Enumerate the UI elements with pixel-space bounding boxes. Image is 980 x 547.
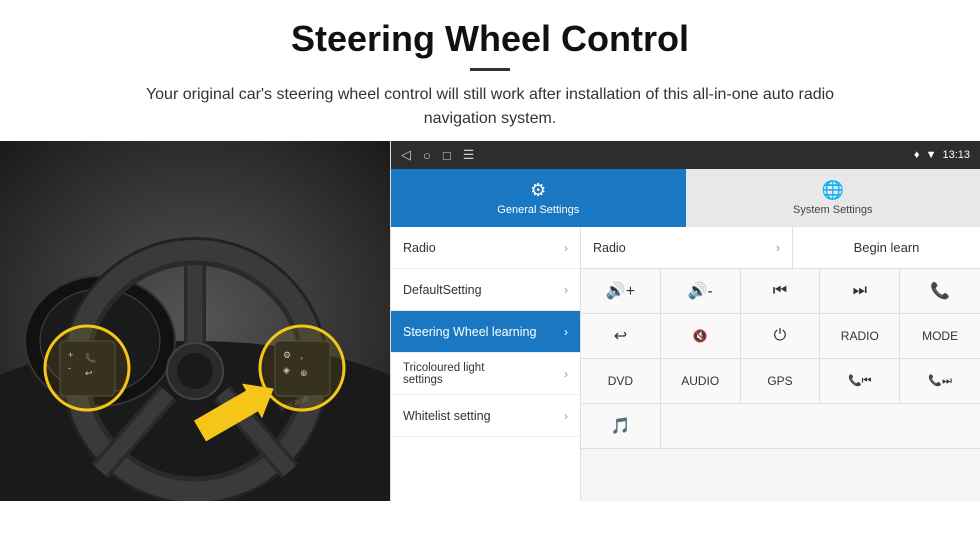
- menu-icon[interactable]: ☰: [463, 147, 475, 163]
- globe-icon: 🌐: [822, 180, 844, 201]
- next-track-button[interactable]: ⏭: [820, 269, 900, 313]
- android-panel: ◁ ○ □ ☰ ♦ ▼ 13:13 ⚙ General Settings: [390, 141, 980, 501]
- phone-prev-button[interactable]: 📞⏮: [820, 359, 900, 403]
- status-bar: ◁ ○ □ ☰ ♦ ▼ 13:13: [391, 141, 980, 169]
- control-row-2: ↩ 🔇 ⏻ RADIO MODE: [581, 314, 980, 359]
- radio-label: Radio ›: [581, 241, 792, 255]
- mute-button[interactable]: 🔇: [661, 314, 741, 358]
- power-button[interactable]: ⏻: [741, 314, 821, 358]
- vol-down-icon: 🔊-: [688, 281, 713, 301]
- car-image-area: ! +: [0, 141, 390, 501]
- status-bar-right: ♦ ▼ 13:13: [914, 149, 970, 161]
- phone-icon: 📞: [930, 281, 950, 301]
- music-icon-button[interactable]: 🎵: [581, 404, 661, 448]
- vol-down-button[interactable]: 🔊-: [661, 269, 741, 313]
- header-section: Steering Wheel Control Your original car…: [0, 0, 980, 141]
- steering-wheel-svg: ! +: [0, 141, 390, 501]
- menu-label-steering: Steering Wheel learning: [403, 325, 536, 339]
- menu-item-default-setting[interactable]: DefaultSetting ›: [391, 269, 580, 311]
- control-row-3: DVD AUDIO GPS 📞⏮ 📞⏭: [581, 359, 980, 404]
- gear-icon: ⚙: [530, 180, 546, 201]
- control-grid: Radio › Begin learn 🔊+ 🔊-: [581, 227, 980, 501]
- mode-button[interactable]: MODE: [900, 314, 980, 358]
- audio-button[interactable]: AUDIO: [661, 359, 741, 403]
- clock: 13:13: [942, 149, 970, 161]
- menu-item-radio[interactable]: Radio ›: [391, 227, 580, 269]
- prev-icon: ⏮: [773, 282, 787, 300]
- radio-text: Radio: [593, 241, 626, 255]
- page-title: Steering Wheel Control: [40, 18, 940, 60]
- control-row-4: 🎵: [581, 404, 980, 449]
- menu-item-tricoloured[interactable]: Tricoloured lightsettings ›: [391, 353, 580, 395]
- music-icon: 🎵: [610, 416, 630, 436]
- radio-chevron: ›: [776, 241, 780, 255]
- radio-btn-label: RADIO: [841, 329, 879, 343]
- phone-next-icon: 📞⏭: [928, 374, 952, 388]
- back-call-icon: ↩: [614, 326, 627, 346]
- audio-label: AUDIO: [681, 374, 719, 388]
- signal-icon: ▼: [926, 149, 937, 161]
- menu-label-whitelist: Whitelist setting: [403, 409, 491, 423]
- location-icon: ♦: [914, 149, 920, 161]
- radio-row: Radio › Begin learn: [581, 227, 980, 269]
- dvd-button[interactable]: DVD: [581, 359, 661, 403]
- vol-up-button[interactable]: 🔊+: [581, 269, 661, 313]
- tab-general-settings[interactable]: ⚙ General Settings: [391, 169, 686, 227]
- status-bar-left: ◁ ○ □ ☰: [401, 147, 474, 163]
- home-icon[interactable]: ○: [423, 148, 431, 163]
- tab-system-label: System Settings: [793, 204, 872, 216]
- next-icon: ⏭: [853, 282, 867, 300]
- chevron-icon: ›: [564, 283, 568, 297]
- chevron-icon: ›: [564, 325, 568, 339]
- page-container: Steering Wheel Control Your original car…: [0, 0, 980, 501]
- back-icon[interactable]: ◁: [401, 147, 411, 163]
- recents-icon[interactable]: □: [443, 148, 451, 163]
- title-divider: [470, 68, 510, 71]
- prev-track-button[interactable]: ⏮: [741, 269, 821, 313]
- back-button[interactable]: ↩: [581, 314, 661, 358]
- menu-label-tricoloured: Tricoloured lightsettings: [403, 362, 484, 386]
- menu-item-steering-wheel[interactable]: Steering Wheel learning ›: [391, 311, 580, 353]
- menu-column: Radio › DefaultSetting › Steering Wheel …: [391, 227, 581, 501]
- tab-general-label: General Settings: [497, 204, 579, 216]
- radio-button[interactable]: RADIO: [820, 314, 900, 358]
- begin-learn-button[interactable]: Begin learn: [792, 227, 980, 268]
- empty-cell: [661, 404, 980, 448]
- gps-label: GPS: [767, 374, 792, 388]
- phone-button[interactable]: 📞: [900, 269, 980, 313]
- vol-up-icon: 🔊+: [606, 281, 635, 301]
- tabs-row: ⚙ General Settings 🌐 System Settings: [391, 169, 980, 227]
- power-icon: ⏻: [774, 327, 787, 345]
- content-area: ! +: [0, 141, 980, 501]
- car-background: ! +: [0, 141, 390, 501]
- phone-next-button[interactable]: 📞⏭: [900, 359, 980, 403]
- tab-system-settings[interactable]: 🌐 System Settings: [686, 169, 980, 227]
- control-row-1: 🔊+ 🔊- ⏮ ⏭ 📞: [581, 269, 980, 314]
- subtitle-text: Your original car's steering wheel contr…: [110, 83, 870, 131]
- menu-item-whitelist[interactable]: Whitelist setting ›: [391, 395, 580, 437]
- chevron-icon: ›: [564, 367, 568, 381]
- mode-btn-label: MODE: [922, 329, 958, 343]
- mute-icon: 🔇: [693, 329, 708, 343]
- dvd-label: DVD: [608, 374, 633, 388]
- gps-button[interactable]: GPS: [741, 359, 821, 403]
- chevron-icon: ›: [564, 409, 568, 423]
- menu-label-default: DefaultSetting: [403, 283, 482, 297]
- menu-label-radio: Radio: [403, 241, 436, 255]
- menu-list: Radio › DefaultSetting › Steering Wheel …: [391, 227, 980, 501]
- phone-prev-icon: 📞⏮: [848, 374, 872, 388]
- chevron-icon: ›: [564, 241, 568, 255]
